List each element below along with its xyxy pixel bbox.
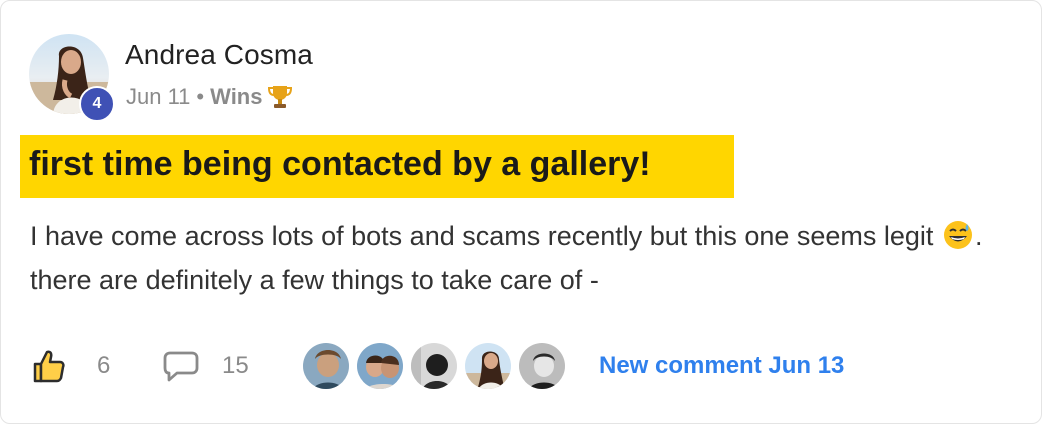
like-count: 6 — [97, 352, 111, 379]
comment-icon[interactable] — [162, 349, 200, 383]
commenter-avatar-5[interactable] — [517, 341, 567, 391]
post-meta: Jun 11 • Wins — [126, 84, 293, 110]
thumbs-up-icon[interactable] — [31, 348, 67, 384]
author-name[interactable]: Andrea Cosma — [125, 39, 313, 71]
author-avatar-wrapper[interactable]: 4 — [29, 34, 115, 122]
post-card[interactable]: 4 Andrea Cosma Jun 11 • Wins first time … — [0, 0, 1042, 424]
post-date[interactable]: Jun 11 — [126, 84, 190, 110]
post-title[interactable]: first time being contacted by a gallery! — [29, 145, 651, 184]
commenter-avatar-1[interactable] — [301, 341, 351, 391]
commenter-avatars[interactable] — [301, 341, 571, 393]
trophy-icon — [268, 84, 293, 110]
post-category[interactable]: Wins — [210, 84, 262, 110]
comment-count: 15 — [222, 352, 249, 379]
commenter-avatar-2[interactable] — [355, 341, 405, 391]
new-comment-link[interactable]: New comment Jun 13 — [599, 352, 844, 380]
commenter-avatar-4[interactable] — [463, 341, 513, 391]
meta-separator: • — [196, 84, 205, 109]
level-badge: 4 — [79, 86, 115, 122]
post-body[interactable]: I have come across lots of bots and scam… — [30, 214, 1010, 302]
post-body-text-1: I have come across lots of bots and scam… — [30, 221, 941, 251]
commenter-avatar-3[interactable] — [409, 341, 459, 391]
grinning-sweat-emoji-icon — [943, 219, 973, 249]
